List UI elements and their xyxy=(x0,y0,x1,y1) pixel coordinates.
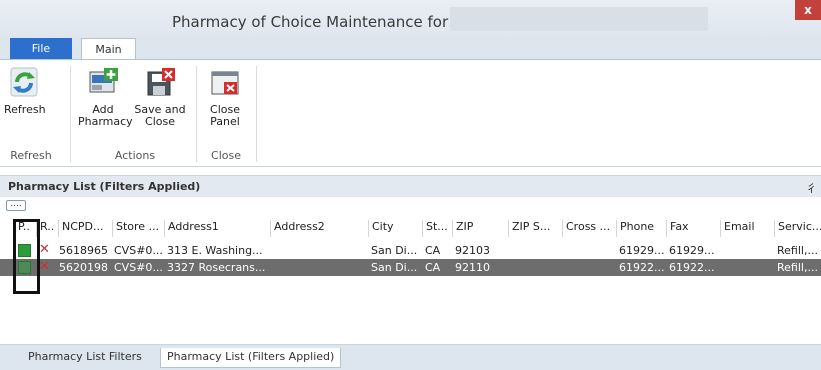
cell-service: Refill,... xyxy=(777,261,818,274)
cell-fax: 61929... xyxy=(669,244,715,257)
column-header[interactable]: P.. xyxy=(18,220,36,237)
cell-store: CVS#0... xyxy=(114,261,163,274)
filter-toggle-button[interactable]: .... xyxy=(6,200,26,211)
column-header[interactable]: Store ... xyxy=(112,220,164,237)
refresh-label: Refresh xyxy=(4,103,46,116)
close-panel-button[interactable]: Close Panel xyxy=(203,66,247,128)
cell-zip: 92103 xyxy=(455,244,490,257)
group-label-actions: Actions xyxy=(114,149,156,162)
cell-state: CA xyxy=(425,244,441,257)
add-pharmacy-button[interactable]: Add Pharmacy xyxy=(78,66,133,128)
cell-store: CVS#0... xyxy=(114,244,163,257)
cell-service: Refill,... xyxy=(777,244,818,257)
close-panel-icon xyxy=(211,71,239,95)
cell-city: San Di... xyxy=(371,261,418,274)
ribbon-divider xyxy=(70,66,71,162)
tab-main[interactable]: Main xyxy=(81,38,136,61)
cell-phone: 61929... xyxy=(619,244,665,257)
column-header[interactable]: R.. xyxy=(36,220,58,237)
title-bar: Pharmacy of Choice Maintenance for x xyxy=(0,0,821,38)
table-row-selected[interactable]: ✕ 5620198 CVS#0... 3327 Rosecrans... San… xyxy=(0,259,821,276)
tab-pharmacy-list-filters-applied[interactable]: Pharmacy List (Filters Applied) xyxy=(160,348,342,368)
cell-fax: 61922... xyxy=(669,261,715,274)
column-header[interactable]: City xyxy=(368,220,422,237)
panel-tab-strip: Pharmacy List Filters Pharmacy List (Fil… xyxy=(0,345,821,370)
preferred-checkbox[interactable] xyxy=(18,261,31,274)
ribbon-divider xyxy=(256,66,257,162)
column-header[interactable]: Address1 xyxy=(164,220,270,237)
panel-title: Pharmacy List (Filters Applied) xyxy=(8,180,201,193)
table-row[interactable]: ✕ 5618965 CVS#0... 313 E. Washing... San… xyxy=(0,242,821,259)
cell-state: CA xyxy=(425,261,441,274)
refresh-icon xyxy=(10,67,38,97)
group-label-refresh: Refresh xyxy=(10,149,52,162)
save-and-close-button[interactable]: Save and Close xyxy=(134,66,186,128)
window-title: Pharmacy of Choice Maintenance for xyxy=(172,13,449,31)
column-header[interactable]: NCPD... xyxy=(58,220,112,237)
close-panel-label-line2: Panel xyxy=(210,115,240,128)
refresh-button[interactable]: Refresh xyxy=(4,66,46,116)
tab-file[interactable]: File xyxy=(10,38,72,60)
ribbon-divider xyxy=(196,66,197,162)
column-header[interactable]: Address2 xyxy=(270,220,368,237)
cell-phone: 61922... xyxy=(619,261,665,274)
cell-ncpdp: 5618965 xyxy=(59,244,108,257)
column-header[interactable]: St... xyxy=(422,220,452,237)
ribbon-tab-strip: File Main xyxy=(0,38,821,61)
ribbon: Refresh Add Pharmacy Save and Close Clos… xyxy=(0,59,821,167)
column-header[interactable]: Email xyxy=(720,220,774,237)
tab-pharmacy-list-filters[interactable]: Pharmacy List Filters xyxy=(22,348,148,368)
cell-city: San Di... xyxy=(371,244,418,257)
title-redacted-area xyxy=(450,7,708,31)
column-header[interactable]: Cross ... xyxy=(562,220,616,237)
cell-address1: 3327 Rosecrans... xyxy=(167,261,266,274)
remove-icon[interactable]: ✕ xyxy=(39,259,50,274)
save-close-label-line2: Close xyxy=(145,115,175,128)
preferred-checkbox[interactable] xyxy=(18,244,31,257)
column-header[interactable]: ZIP S... xyxy=(508,220,562,237)
column-header[interactable]: Servic... xyxy=(774,220,821,237)
remove-icon[interactable]: ✕ xyxy=(39,242,50,257)
group-label-close: Close xyxy=(211,149,241,162)
pin-icon[interactable]: ⼻ xyxy=(806,180,817,196)
cell-zip: 92110 xyxy=(455,261,490,274)
add-pharmacy-icon xyxy=(89,68,118,93)
cell-address1: 313 E. Washing... xyxy=(167,244,263,257)
column-header[interactable]: Fax xyxy=(666,220,720,237)
cell-ncpdp: 5620198 xyxy=(59,261,108,274)
save-close-icon xyxy=(147,68,175,96)
window-close-button[interactable]: x xyxy=(795,0,821,20)
column-header[interactable]: Phone xyxy=(616,220,666,237)
add-pharmacy-label-line2: Pharmacy xyxy=(78,115,133,128)
column-header[interactable]: ZIP xyxy=(452,220,508,237)
panel-header: Pharmacy List (Filters Applied) ⼻ xyxy=(0,175,821,197)
